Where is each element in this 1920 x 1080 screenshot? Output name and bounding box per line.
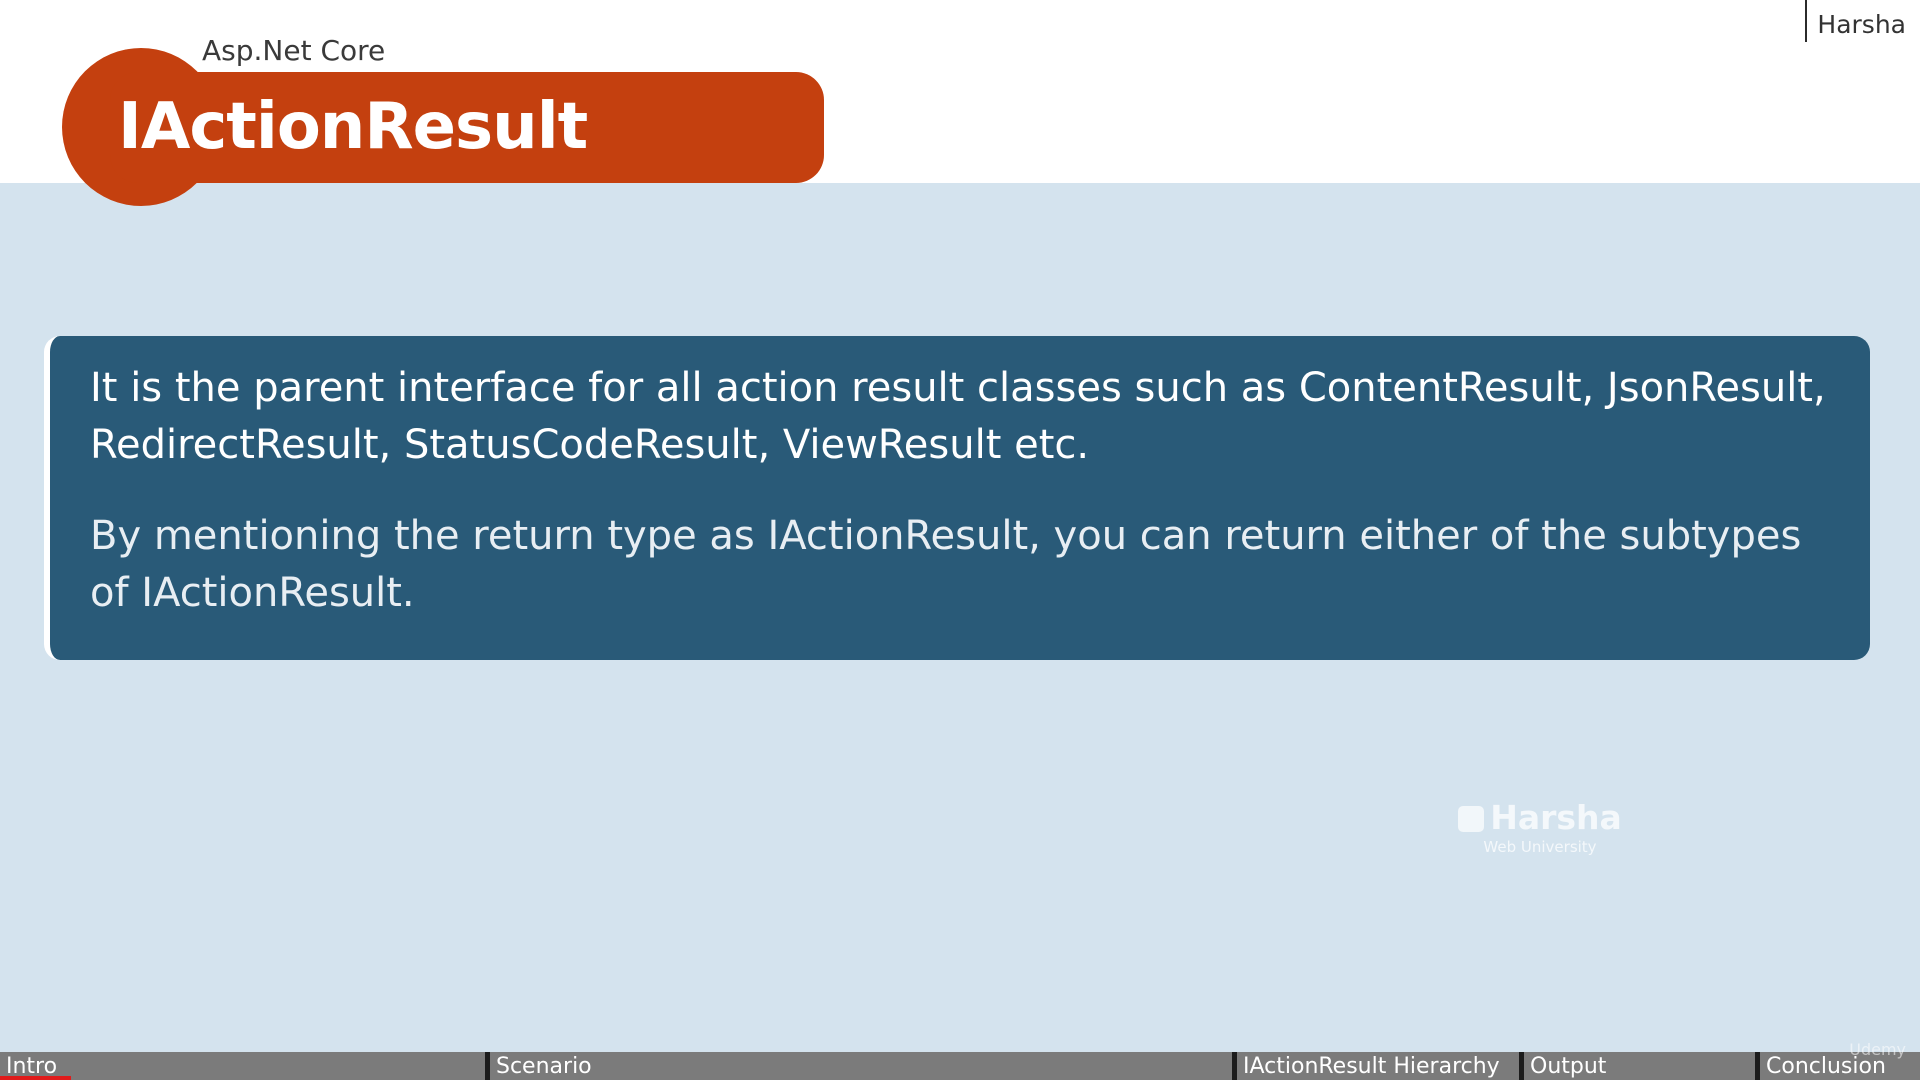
watermark-brand: Harsha: [1451, 798, 1629, 838]
watermark-brand-text: Harsha: [1490, 798, 1622, 837]
card-paragraph-1: It is the parent interface for all actio…: [90, 365, 1826, 468]
chapter-iactionresult-hierarchy[interactable]: IActionResult Hierarchy: [1232, 1052, 1519, 1080]
course-subtitle: Asp.Net Core: [202, 34, 386, 67]
slide-page: Harsha Asp.Net Core IActionResult It is …: [0, 0, 1920, 1080]
playback-progress-fill[interactable]: [0, 1076, 72, 1080]
watermark-logo-icon: [1458, 806, 1485, 832]
platform-watermark: Udemy: [1849, 1040, 1906, 1059]
chapter-output[interactable]: Output: [1519, 1052, 1755, 1080]
card-paragraph-2: By mentioning the return type as IAction…: [90, 513, 1802, 616]
watermark-subtext: Web University: [1483, 838, 1597, 856]
chapter-scenario[interactable]: Scenario: [485, 1052, 1232, 1080]
content-card: It is the parent interface for all actio…: [44, 336, 1870, 660]
brand-watermark: Harsha Web University: [1451, 798, 1629, 862]
chapter-intro[interactable]: Intro: [0, 1052, 485, 1080]
slide-title: IActionResult: [118, 90, 588, 164]
chapter-bar: Intro Scenario IActionResult Hierarchy O…: [0, 1052, 1920, 1080]
author-label: Harsha: [1805, 0, 1906, 42]
